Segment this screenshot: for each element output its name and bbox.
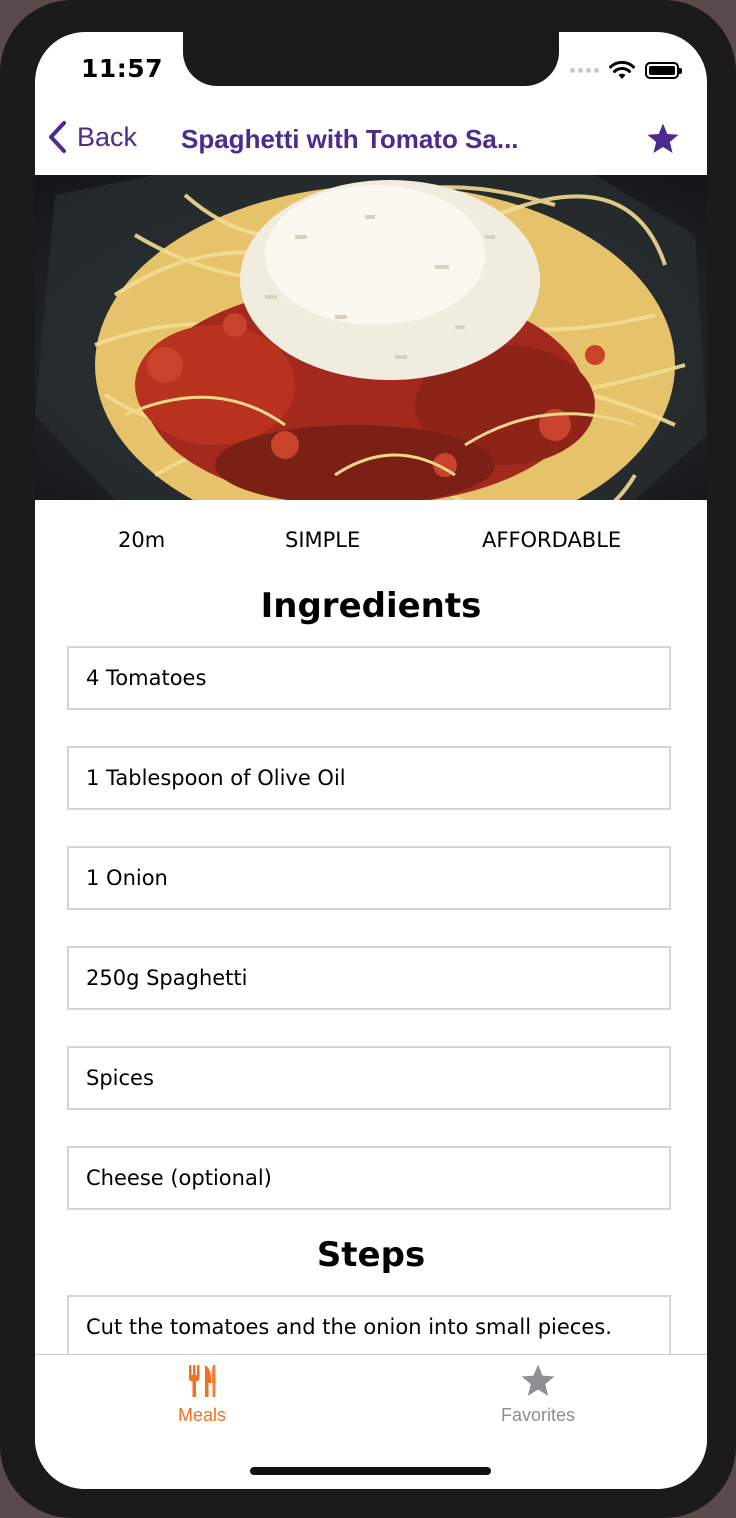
meal-details: 20m SIMPLE AFFORDABLE xyxy=(35,528,707,558)
meal-image xyxy=(35,175,707,500)
ingredient-item: 1 Onion xyxy=(67,846,671,910)
back-button[interactable]: Back xyxy=(47,120,137,154)
status-time: 11:57 xyxy=(81,54,164,83)
ingredient-item: Spices xyxy=(67,1046,671,1110)
battery-icon xyxy=(645,61,682,79)
ingredient-item: 4 Tomatoes xyxy=(67,646,671,710)
device-notch xyxy=(183,32,559,86)
page-title: Spaghetti with Tomato Sa... xyxy=(181,124,519,154)
meal-affordability: AFFORDABLE xyxy=(482,528,622,552)
cutlery-icon xyxy=(189,1365,216,1397)
phone-screen: 11:57 Back Spaghetti with Tomato Sa... 2… xyxy=(35,32,707,1489)
meal-duration: 20m xyxy=(118,528,166,552)
wifi-icon xyxy=(609,60,635,79)
home-indicator[interactable] xyxy=(250,1467,491,1475)
tab-meals-label: Meals xyxy=(177,1405,226,1425)
star-icon xyxy=(647,123,679,154)
favorite-button[interactable] xyxy=(645,122,681,160)
meal-complexity: SIMPLE xyxy=(285,528,361,552)
device-frame: 11:57 Back Spaghetti with Tomato Sa... 2… xyxy=(0,0,736,1518)
cellular-signal-icon xyxy=(570,67,599,73)
tab-favorites[interactable]: Favorites xyxy=(458,1363,618,1426)
ingredient-item: 250g Spaghetti xyxy=(67,946,671,1010)
tab-meals[interactable]: Meals xyxy=(122,1363,282,1426)
back-label: Back xyxy=(77,121,138,152)
ingredient-item: Cheese (optional) xyxy=(67,1146,671,1210)
steps-heading: Steps xyxy=(316,1235,426,1275)
star-icon xyxy=(521,1364,555,1396)
tab-favorites-label: Favorites xyxy=(500,1405,576,1425)
ingredient-item: 1 Tablespoon of Olive Oil xyxy=(67,746,671,810)
step-item: Cut the tomatoes and the onion into smal… xyxy=(67,1295,671,1359)
status-icons xyxy=(570,58,682,82)
chevron-left-icon xyxy=(49,121,66,153)
ingredients-heading: Ingredients xyxy=(260,586,482,626)
navigation-bar: Back Spaghetti with Tomato Sa... xyxy=(35,112,707,175)
